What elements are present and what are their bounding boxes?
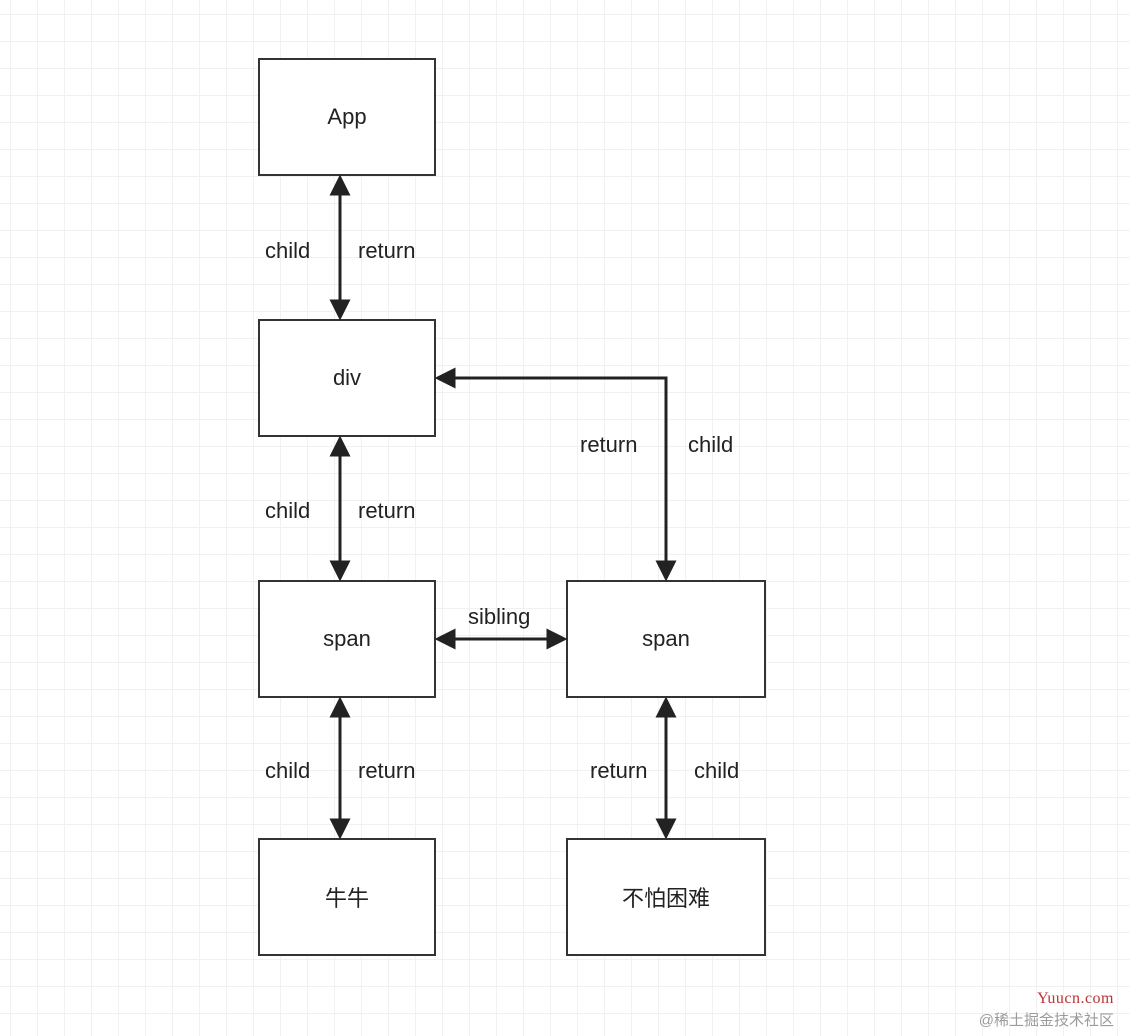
label-div-span2-return: return xyxy=(580,432,637,458)
node-span-right-label: span xyxy=(642,626,690,652)
label-span1-leaf1-child: child xyxy=(265,758,310,784)
watermark-url: Yuucn.com xyxy=(1037,990,1114,1008)
node-leaf-right-label: 不怕困难 xyxy=(622,881,710,913)
node-div-label: div xyxy=(333,365,361,391)
node-leaf-left: 牛牛 xyxy=(258,838,436,956)
node-leaf-left-label: 牛牛 xyxy=(325,881,369,913)
node-span-right: span xyxy=(566,580,766,698)
node-span-left: span xyxy=(258,580,436,698)
label-span1-leaf1-return: return xyxy=(358,758,415,784)
label-span2-leaf2-return: return xyxy=(590,758,647,784)
node-div: div xyxy=(258,319,436,437)
node-leaf-right: 不怕困难 xyxy=(566,838,766,956)
label-app-div-child: child xyxy=(265,238,310,264)
node-app: App xyxy=(258,58,436,176)
watermark-community: @稀土掘金技术社区 xyxy=(979,1009,1114,1030)
diagram-canvas: App div span span 牛牛 不怕困难 child return c… xyxy=(0,0,1130,1036)
label-div-span1-return: return xyxy=(358,498,415,524)
node-app-label: App xyxy=(327,104,366,130)
label-sibling: sibling xyxy=(468,604,530,630)
node-span-left-label: span xyxy=(323,626,371,652)
label-div-span2-child: child xyxy=(688,432,733,458)
label-span2-leaf2-child: child xyxy=(694,758,739,784)
label-div-span1-child: child xyxy=(265,498,310,524)
arrows-svg xyxy=(0,0,1130,1036)
label-app-div-return: return xyxy=(358,238,415,264)
